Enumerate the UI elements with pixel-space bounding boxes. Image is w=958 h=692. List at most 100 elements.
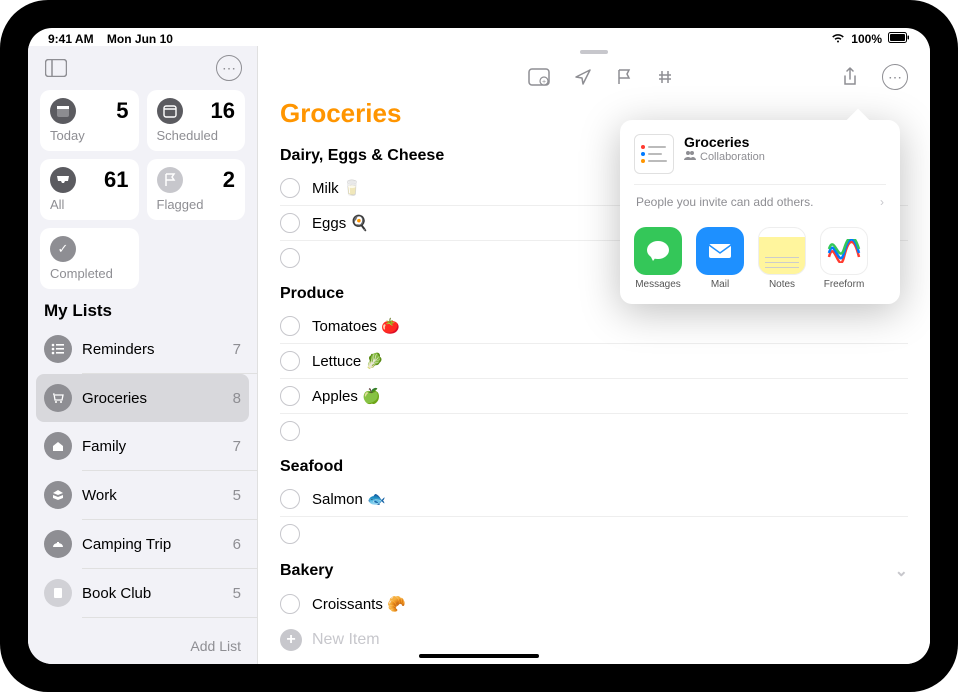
- reminder-checkbox[interactable]: [280, 351, 300, 371]
- mail-icon: [696, 227, 744, 275]
- share-app-messages[interactable]: Messages: [634, 227, 682, 290]
- list-name-label: Family: [82, 438, 223, 455]
- reminder-checkbox[interactable]: [280, 248, 300, 268]
- reminder-text[interactable]: Milk 🥛: [312, 179, 362, 197]
- scheduled-count: 16: [211, 98, 235, 124]
- list-icon: [44, 481, 72, 509]
- tag-button[interactable]: [656, 64, 674, 90]
- reminder-item[interactable]: Apples 🍏: [280, 379, 908, 414]
- share-app-label: Notes: [769, 279, 795, 290]
- reminder-checkbox[interactable]: [280, 524, 300, 544]
- messages-icon: [634, 227, 682, 275]
- sidebar: ⋯ 5 Today: [28, 46, 258, 664]
- reminder-item[interactable]: Salmon 🐟: [280, 482, 908, 517]
- reminder-item[interactable]: Lettuce 🥬: [280, 344, 908, 379]
- reminder-item-empty[interactable]: [280, 517, 908, 551]
- smart-list-flagged[interactable]: 2 Flagged: [147, 159, 246, 220]
- reminder-section: Bakery⌄ Croissants 🥐: [258, 551, 930, 621]
- sidebar-list-groceries[interactable]: Groceries 8: [36, 374, 249, 422]
- share-app-freeform[interactable]: Freeform: [820, 227, 868, 290]
- reminder-text[interactable]: Tomatoes 🍅: [312, 317, 400, 335]
- wifi-icon: [831, 32, 845, 46]
- flag-button[interactable]: [616, 64, 632, 90]
- reminder-text[interactable]: Apples 🍏: [312, 387, 381, 405]
- reminder-item[interactable]: Croissants 🥐: [280, 587, 908, 621]
- share-app-label: Freeform: [824, 279, 865, 290]
- share-sheet: Groceries Collaboration People you invit…: [620, 120, 900, 304]
- my-lists-header: My Lists: [28, 297, 257, 325]
- chevron-down-icon[interactable]: ⌄: [895, 561, 908, 581]
- add-list-button[interactable]: Add List: [28, 628, 257, 664]
- status-bar: 9:41 AM Mon Jun 10 100%: [28, 28, 930, 46]
- all-count: 61: [104, 167, 128, 193]
- new-item-label: New Item: [312, 631, 380, 649]
- list-count: 6: [233, 536, 241, 553]
- share-title: Groceries: [684, 134, 765, 150]
- list-name-label: Groceries: [82, 390, 223, 407]
- section-title[interactable]: Seafood: [280, 448, 908, 482]
- home-indicator[interactable]: [419, 654, 539, 658]
- template-button[interactable]: +: [528, 64, 550, 90]
- list-icon: [44, 530, 72, 558]
- reminder-item[interactable]: Tomatoes 🍅: [280, 309, 908, 344]
- sidebar-list-family[interactable]: Family 7: [28, 422, 257, 470]
- list-icon: [44, 579, 72, 607]
- location-button[interactable]: [574, 64, 592, 90]
- sidebar-toggle-button[interactable]: [42, 54, 70, 82]
- smart-list-all[interactable]: 61 All: [40, 159, 139, 220]
- sidebar-list-book-club[interactable]: Book Club 5: [28, 569, 257, 617]
- reminder-item-empty[interactable]: [280, 414, 908, 448]
- share-app-notes[interactable]: Notes: [758, 227, 806, 290]
- list-icon: [44, 384, 72, 412]
- share-subtitle: Collaboration: [700, 151, 765, 163]
- flagged-label: Flagged: [157, 197, 236, 212]
- share-invite-options[interactable]: People you invite can add others. ›: [634, 184, 886, 219]
- list-count: 5: [233, 585, 241, 602]
- reminder-text[interactable]: Eggs 🍳: [312, 214, 369, 232]
- completed-label: Completed: [50, 266, 129, 281]
- share-thumbnail-icon: [634, 134, 674, 174]
- all-label: All: [50, 197, 129, 212]
- status-date: Mon Jun 10: [107, 32, 173, 46]
- sidebar-list-reminders[interactable]: Reminders 7: [28, 325, 257, 373]
- list-more-button[interactable]: ⋯: [882, 64, 908, 90]
- smart-list-completed[interactable]: ✓ Completed: [40, 228, 139, 289]
- reminder-checkbox[interactable]: [280, 316, 300, 336]
- share-app-mail[interactable]: Mail: [696, 227, 744, 290]
- list-count: 7: [233, 438, 241, 455]
- calendar-today-icon: [50, 98, 76, 124]
- share-button[interactable]: [842, 64, 858, 90]
- more-button[interactable]: ⋯: [215, 54, 243, 82]
- plus-circle-icon: +: [280, 629, 302, 651]
- reminder-checkbox[interactable]: [280, 213, 300, 233]
- list-name-label: Camping Trip: [82, 536, 223, 553]
- reminder-text[interactable]: Lettuce 🥬: [312, 352, 384, 370]
- smart-list-today[interactable]: 5 Today: [40, 90, 139, 151]
- reminder-checkbox[interactable]: [280, 421, 300, 441]
- sidebar-list-work[interactable]: Work 5: [28, 471, 257, 519]
- reminder-checkbox[interactable]: [280, 178, 300, 198]
- main-pane: + ⋯: [258, 46, 930, 664]
- chevron-right-icon: ›: [880, 195, 884, 209]
- share-app-label: Mail: [711, 279, 729, 290]
- section-title[interactable]: Bakery⌄: [280, 551, 908, 587]
- reminder-checkbox[interactable]: [280, 489, 300, 509]
- today-count: 5: [116, 98, 128, 124]
- share-invite-label: People you invite can add others.: [636, 195, 813, 209]
- smart-list-scheduled[interactable]: 16 Scheduled: [147, 90, 246, 151]
- reminder-text[interactable]: Croissants 🥐: [312, 595, 406, 613]
- new-item-button[interactable]: + New Item: [258, 621, 930, 659]
- today-label: Today: [50, 128, 129, 143]
- sidebar-list-camping-trip[interactable]: Camping Trip 6: [28, 520, 257, 568]
- list-name-label: Reminders: [82, 341, 223, 358]
- battery-percent: 100%: [851, 32, 882, 46]
- reminder-checkbox[interactable]: [280, 594, 300, 614]
- list-count: 5: [233, 487, 241, 504]
- list-count: 8: [233, 390, 241, 407]
- reminder-checkbox[interactable]: [280, 386, 300, 406]
- reminder-section: Seafood Salmon 🐟: [258, 448, 930, 551]
- svg-text:+: +: [542, 79, 546, 86]
- flagged-count: 2: [223, 167, 235, 193]
- battery-icon: [888, 32, 910, 46]
- reminder-text[interactable]: Salmon 🐟: [312, 490, 386, 508]
